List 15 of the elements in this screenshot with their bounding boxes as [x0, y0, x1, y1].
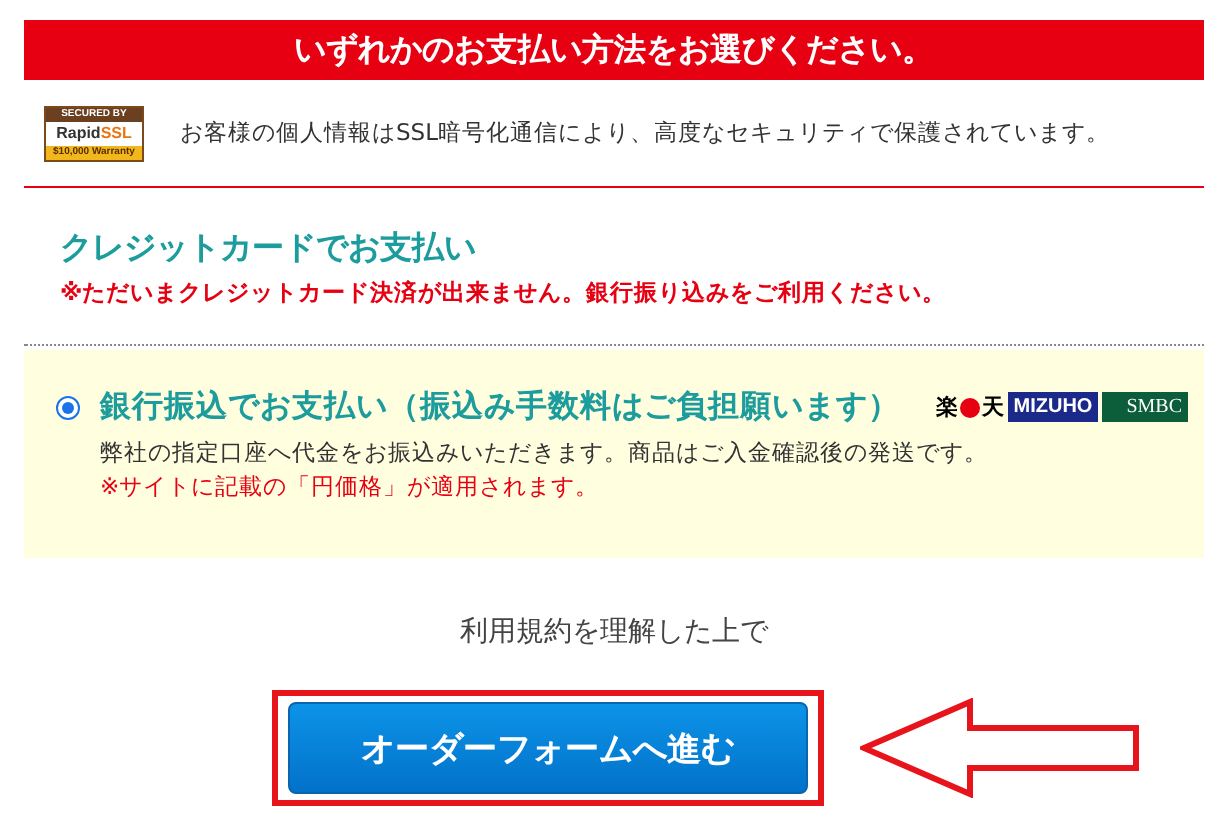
payment-description: 弊社の指定口座へ代金をお振込みいただきます。商品はご入金確認後の発送です。: [100, 438, 990, 468]
warning-text: ※サイトに記載の「円価格」が適用されます。: [100, 472, 602, 502]
warning-text: ※ただいまクレジットカード決済が出来ません。銀行振り込みをご利用ください。: [60, 278, 949, 308]
bank-logo: SMBC: [1102, 392, 1188, 422]
radio-button[interactable]: [56, 395, 80, 419]
payment-title: クレジットカードでお支払い: [60, 228, 478, 270]
payment-title: 銀行振込でお支払い（振込み手数料はご負担願います）: [100, 386, 900, 428]
bank-logo: 楽天: [935, 392, 1004, 422]
bank-logo: MIZUHO: [1007, 392, 1099, 422]
submit-button[interactable]: オーダーフォームへ進む: [288, 702, 808, 794]
agreement-text: 利用規約を理解した上で: [458, 614, 771, 650]
section-header: いずれかのお支払い方法をお選びください。: [24, 20, 1204, 80]
left-arrow-icon: [860, 698, 1140, 798]
security-notice: お客様の個人情報はSSL暗号化通信により、高度なセキュリティで保護されています。: [180, 118, 1111, 148]
seal-brand: RapidSSL: [56, 121, 132, 145]
